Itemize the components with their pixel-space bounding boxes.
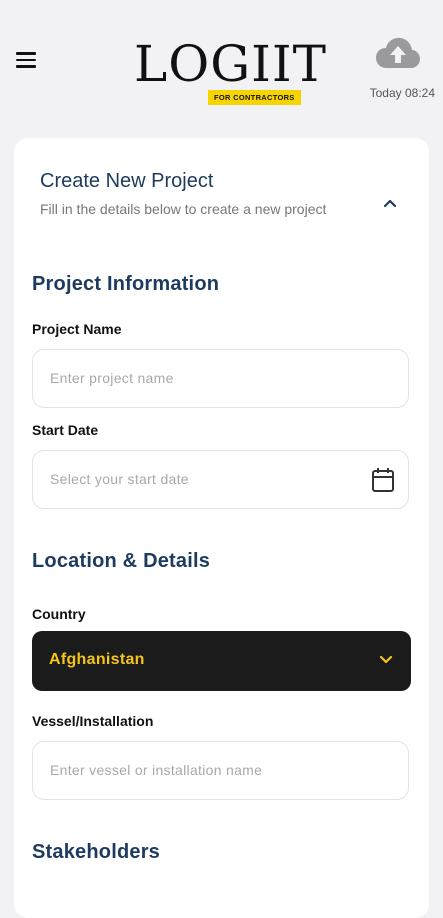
chevron-up-icon[interactable]	[380, 196, 400, 210]
vessel-installation-placeholder: Enter vessel or installation name	[50, 762, 263, 778]
country-select[interactable]: Afghanistan	[32, 631, 411, 691]
cloud-upload-icon[interactable]	[375, 36, 421, 70]
country-selected-value: Afghanistan	[49, 651, 145, 668]
logo-badge: FOR CONTRACTORS	[208, 90, 301, 105]
start-date-placeholder: Select your start date	[50, 471, 189, 487]
start-date-input[interactable]: Select your start date	[32, 450, 409, 509]
hamburger-menu-icon[interactable]	[16, 52, 38, 70]
app-header: LOGIIT FOR CONTRACTORS Today 08:24	[0, 0, 443, 125]
logo-text: LOGIIT	[134, 35, 327, 93]
project-information-heading: Project Information	[32, 273, 220, 295]
logiit-logo: LOGIIT FOR CONTRACTORS	[134, 30, 326, 110]
stakeholders-heading: Stakeholders	[32, 841, 161, 863]
location-details-heading: Location & Details	[32, 550, 211, 572]
project-name-placeholder: Enter project name	[50, 370, 174, 386]
start-date-label: Start Date	[32, 422, 99, 438]
last-sync-time: Today 08:24	[369, 86, 435, 100]
vessel-installation-label: Vessel/Installation	[32, 713, 154, 729]
chevron-down-icon	[379, 655, 393, 664]
project-name-input[interactable]: Enter project name	[32, 349, 409, 408]
card-title: Create New Project	[40, 170, 214, 192]
calendar-icon[interactable]	[371, 467, 395, 493]
project-name-label: Project Name	[32, 321, 122, 337]
card-subtitle: Fill in the details below to create a ne…	[40, 201, 327, 217]
create-project-card: Create New Project Fill in the details b…	[14, 138, 429, 918]
country-label: Country	[32, 606, 86, 622]
vessel-installation-input[interactable]: Enter vessel or installation name	[32, 741, 409, 800]
